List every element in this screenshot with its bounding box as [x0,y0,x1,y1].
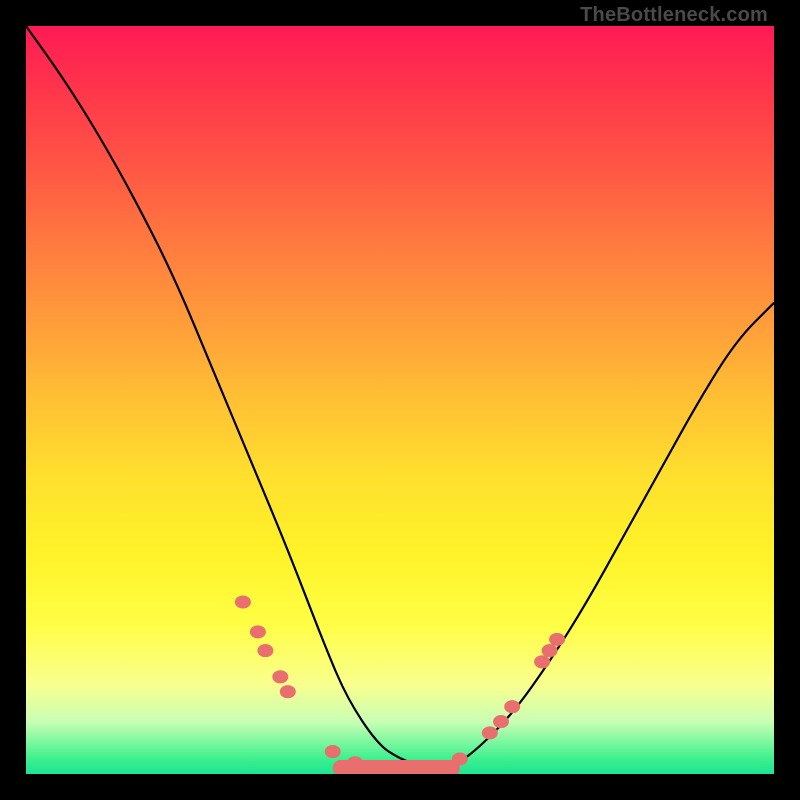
scatter-point [493,715,509,728]
scatter-point [482,726,498,739]
gradient-plot-area [26,26,774,774]
curve-layer [26,26,774,774]
scatter-point [325,745,341,758]
scatter-point [280,685,296,698]
scatter-markers [235,595,565,774]
bottleneck-curve [26,26,774,767]
watermark-text: TheBottleneck.com [580,4,768,27]
scatter-point [549,633,565,646]
scatter-point [250,625,266,638]
scatter-point [542,644,558,657]
chart-frame [26,26,774,774]
scatter-point [272,670,288,683]
bottom-bar [333,760,460,774]
scatter-point [235,595,251,608]
scatter-point [257,644,273,657]
scatter-point [534,655,550,668]
scatter-point [504,700,520,713]
